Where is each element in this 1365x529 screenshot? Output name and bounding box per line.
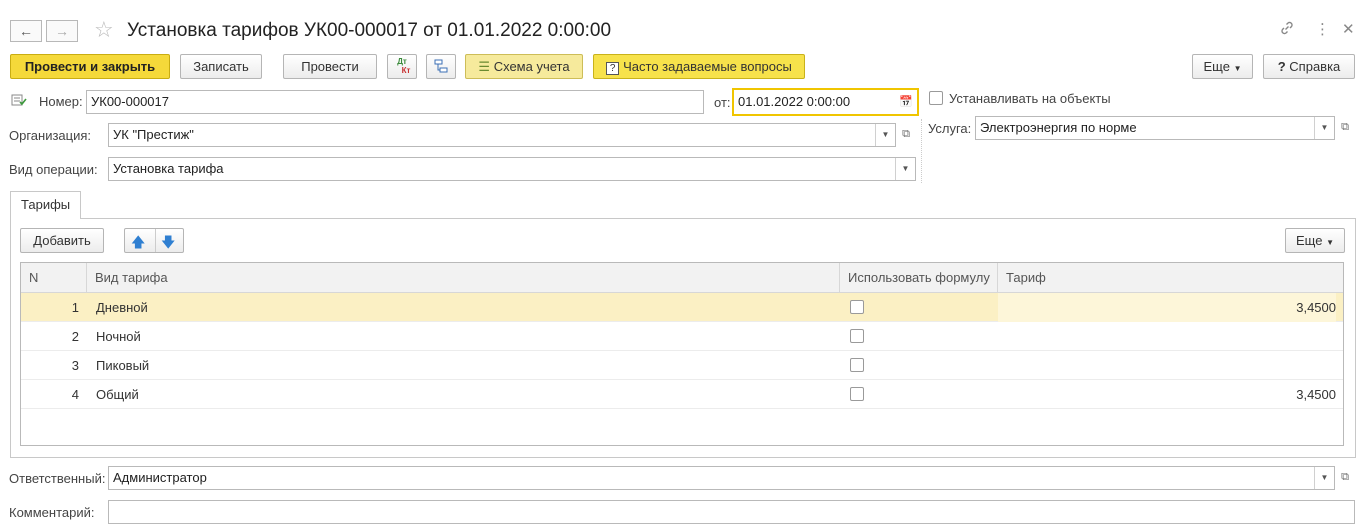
arrow-left-icon: ← <box>19 23 33 39</box>
arrow-right-icon: → <box>55 23 69 39</box>
tariff-type-cell[interactable]: Общий <box>96 380 139 409</box>
table-more-label: Еще <box>1296 233 1323 248</box>
table-row[interactable]: 1 Дневной 3,4500 <box>21 293 1343 322</box>
date-field[interactable]: 01.01.2022 0:00:00 📅 <box>732 88 919 116</box>
set-on-objects-label: Устанавливать на объекты <box>949 91 1111 106</box>
tariff-type-cell[interactable]: Ночной <box>96 322 141 351</box>
organization-label: Организация: <box>9 128 92 143</box>
dt-kt-button[interactable]: Дт Кт <box>387 54 417 79</box>
caret-down-icon: ▼ <box>1326 238 1334 247</box>
move-buttons-group: 🡅 🡇 <box>124 228 184 253</box>
back-button[interactable]: ← <box>10 20 42 42</box>
page-title: Установка тарифов УК00-000017 от 01.01.2… <box>127 20 612 41</box>
divider <box>155 229 156 252</box>
accounting-scheme-label: Схема учета <box>493 59 570 74</box>
hierarchy-icon <box>434 59 448 73</box>
comment-field[interactable] <box>108 500 1355 524</box>
row-number: 1 <box>71 300 79 315</box>
operation-dropdown-icon[interactable]: ▼ <box>895 158 915 180</box>
save-button[interactable]: Записать <box>180 54 262 79</box>
more-label: Еще <box>1203 59 1230 74</box>
favorite-star-icon[interactable]: ☆ <box>94 19 114 41</box>
responsible-value: Администратор <box>113 470 207 485</box>
post-button[interactable]: Провести <box>283 54 377 79</box>
forward-button[interactable]: → <box>46 20 78 42</box>
responsible-open-icon[interactable]: ⧉ <box>1336 466 1354 490</box>
kt-label: Кт <box>401 66 411 75</box>
post-and-close-button[interactable]: Провести и закрыть <box>10 54 170 79</box>
move-down-icon[interactable]: 🡇 <box>161 231 175 254</box>
help-button[interactable]: ? Справка <box>1263 54 1355 79</box>
service-value: Электроэнергия по норме <box>980 120 1137 135</box>
more-vertical-icon[interactable]: ⋮ <box>1315 20 1330 40</box>
table-row[interactable]: 3 Пиковый <box>21 351 1343 380</box>
table-row[interactable]: 2 Ночной <box>21 322 1343 351</box>
service-field[interactable]: Электроэнергия по норме ▼ <box>975 116 1335 140</box>
faq-label: Часто задаваемые вопросы <box>623 59 792 74</box>
tariff-type-cell[interactable]: Дневной <box>96 293 148 322</box>
link-icon[interactable] <box>1279 20 1295 42</box>
number-label: Номер: <box>39 94 83 109</box>
date-label: от: <box>714 95 731 110</box>
add-button[interactable]: Добавить <box>20 228 104 253</box>
number-field[interactable]: УК00-000017 <box>86 90 704 114</box>
column-divider <box>921 119 922 183</box>
table-row[interactable]: 4 Общий 3,4500 <box>21 380 1343 409</box>
use-formula-checkbox[interactable] <box>850 358 864 372</box>
use-formula-checkbox[interactable] <box>850 329 864 343</box>
structure-button[interactable] <box>426 54 456 79</box>
tariff-cell[interactable] <box>998 351 1336 380</box>
faq-button[interactable]: ? Часто задаваемые вопросы <box>593 54 805 79</box>
tariff-cell[interactable]: 3,4500 <box>998 293 1336 322</box>
use-formula-checkbox[interactable] <box>850 387 864 401</box>
service-label: Услуга: <box>928 121 972 136</box>
scheme-icon: ☰ <box>478 59 491 74</box>
organization-value: УК "Престиж" <box>113 127 194 142</box>
more-button[interactable]: Еще ▼ <box>1192 54 1253 79</box>
operation-field[interactable]: Установка тарифа ▼ <box>108 157 916 181</box>
dt-label: Дт <box>397 57 407 66</box>
responsible-field[interactable]: Администратор ▼ <box>108 466 1335 490</box>
tab-tariffs[interactable]: Тарифы <box>10 191 82 219</box>
move-up-icon[interactable]: 🡅 <box>131 231 145 254</box>
accounting-scheme-button[interactable]: ☰ Схема учета <box>465 54 583 79</box>
organization-field[interactable]: УК "Престиж" ▼ <box>108 123 896 147</box>
date-value: 01.01.2022 0:00:00 <box>738 94 851 109</box>
table-more-button[interactable]: Еще ▼ <box>1285 228 1345 253</box>
service-dropdown-icon[interactable]: ▼ <box>1314 117 1334 139</box>
responsible-dropdown-icon[interactable]: ▼ <box>1314 467 1334 489</box>
use-formula-checkbox[interactable] <box>850 300 864 314</box>
close-icon[interactable]: ✕ <box>1342 20 1355 40</box>
tariff-cell[interactable] <box>998 322 1336 351</box>
tariff-type-cell[interactable]: Пиковый <box>96 351 149 380</box>
help-icon: ? <box>1277 59 1286 74</box>
organization-dropdown-icon[interactable]: ▼ <box>875 124 895 146</box>
operation-value: Установка тарифа <box>113 161 224 176</box>
row-number: 3 <box>71 358 79 373</box>
set-on-objects-checkbox[interactable] <box>929 91 943 105</box>
service-open-icon[interactable]: ⧉ <box>1336 116 1354 140</box>
document-status-icon <box>11 93 27 110</box>
caret-down-icon: ▼ <box>1233 64 1242 73</box>
column-header-n[interactable]: N <box>21 263 87 293</box>
tariff-cell[interactable]: 3,4500 <box>998 380 1336 409</box>
column-header-tariff[interactable]: Тариф <box>998 263 1343 293</box>
question-icon: ? <box>606 62 620 75</box>
row-number: 4 <box>71 387 79 402</box>
calendar-icon[interactable]: 📅 <box>899 90 913 114</box>
organization-open-icon[interactable]: ⧉ <box>897 123 915 147</box>
operation-label: Вид операции: <box>9 162 98 177</box>
tariffs-table[interactable]: N Вид тарифа Использовать формулу Тариф … <box>20 262 1344 446</box>
column-header-tariff-type[interactable]: Вид тарифа <box>87 263 840 293</box>
comment-label: Комментарий: <box>9 505 95 520</box>
responsible-label: Ответственный: <box>9 471 106 486</box>
column-header-use-formula[interactable]: Использовать формулу <box>840 263 998 293</box>
row-number: 2 <box>71 329 79 344</box>
help-label: Справка <box>1289 59 1341 74</box>
